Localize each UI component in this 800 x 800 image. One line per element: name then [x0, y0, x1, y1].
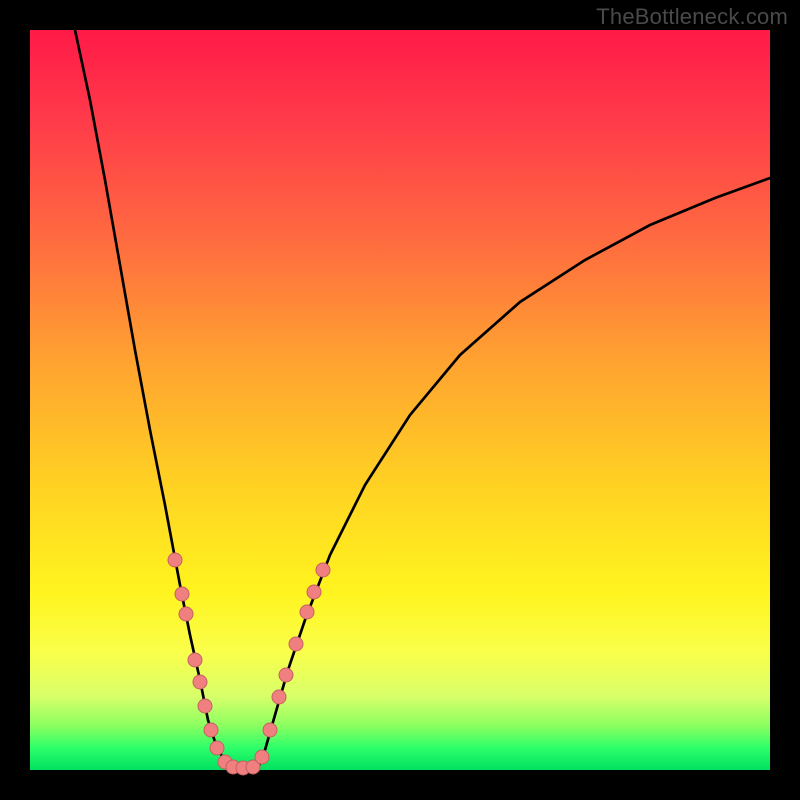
data-marker — [279, 668, 293, 682]
curve-layer — [30, 30, 770, 770]
data-marker — [188, 653, 202, 667]
data-marker — [255, 750, 269, 764]
data-marker — [289, 637, 303, 651]
data-marker — [272, 690, 286, 704]
data-marker — [300, 605, 314, 619]
data-marker — [168, 553, 182, 567]
data-marker — [263, 723, 277, 737]
marker-group — [168, 553, 330, 775]
watermark-text: TheBottleneck.com — [596, 4, 788, 30]
data-marker — [307, 585, 321, 599]
data-marker — [198, 699, 212, 713]
right-curve-path — [258, 178, 770, 768]
data-marker — [193, 675, 207, 689]
data-marker — [204, 723, 218, 737]
data-marker — [179, 607, 193, 621]
left-curve-path — [75, 30, 230, 768]
chart-frame: TheBottleneck.com — [0, 0, 800, 800]
data-marker — [316, 563, 330, 577]
plot-area — [30, 30, 770, 770]
data-marker — [210, 741, 224, 755]
data-marker — [175, 587, 189, 601]
